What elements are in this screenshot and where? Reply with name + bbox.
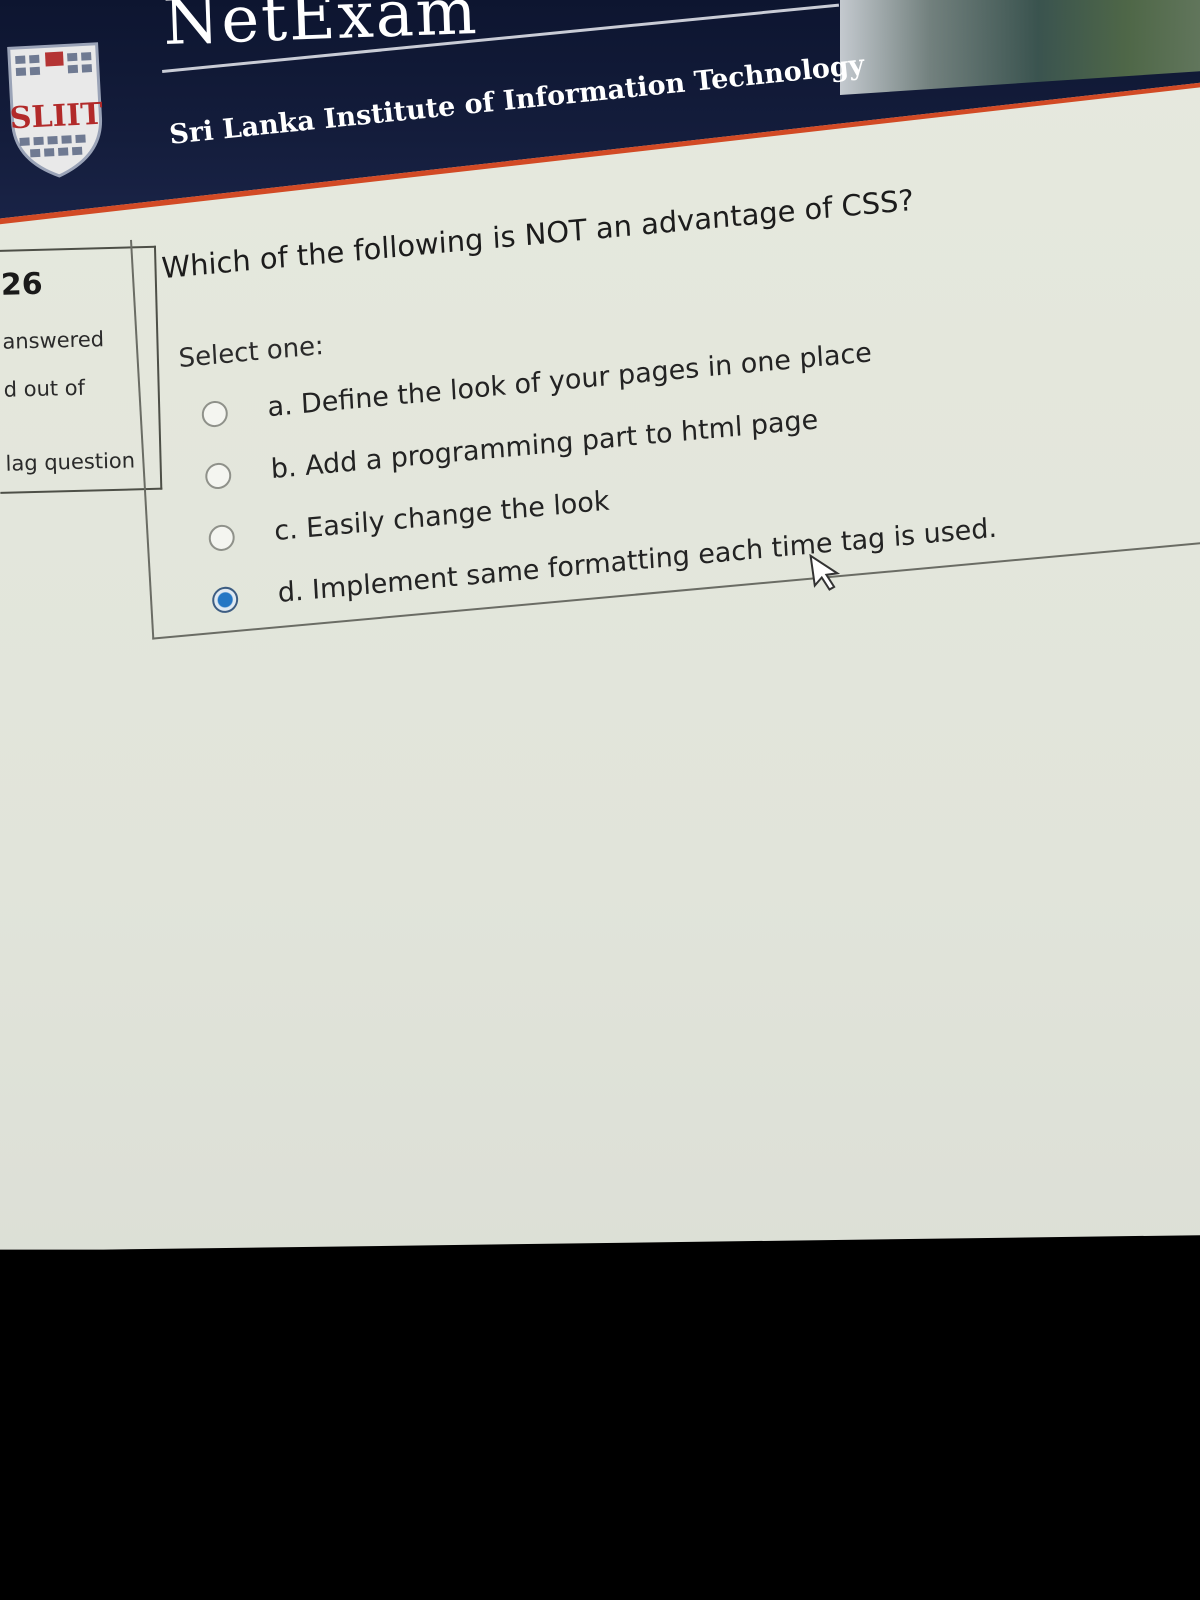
option-label[interactable]: b. Add a programming part to html page xyxy=(270,404,819,485)
option-label[interactable]: c. Easily change the look xyxy=(274,486,611,547)
radio-button[interactable] xyxy=(201,399,229,429)
question-status: answered xyxy=(2,327,105,354)
radio-button[interactable] xyxy=(204,461,232,491)
answer-option-b[interactable]: b. Add a programming part to html page xyxy=(204,404,819,500)
radio-button[interactable] xyxy=(208,523,236,553)
answer-option-d[interactable]: d. Implement same formatting each time t… xyxy=(211,513,998,624)
logo-text: SLIIT xyxy=(9,97,105,137)
answer-option-a[interactable]: a. Define the look of your pages in one … xyxy=(201,337,873,438)
answer-option-c[interactable]: c. Easily change the look xyxy=(208,486,610,562)
answer-prompt: Select one: xyxy=(177,330,325,375)
mouse-cursor-icon xyxy=(809,553,841,591)
sliit-logo: SLIIT xyxy=(7,42,105,178)
question-marks: d out of xyxy=(3,375,86,402)
radio-button-selected[interactable] xyxy=(211,585,239,615)
question-number: 26 xyxy=(0,266,44,303)
flag-question-link[interactable]: lag question xyxy=(5,448,135,475)
